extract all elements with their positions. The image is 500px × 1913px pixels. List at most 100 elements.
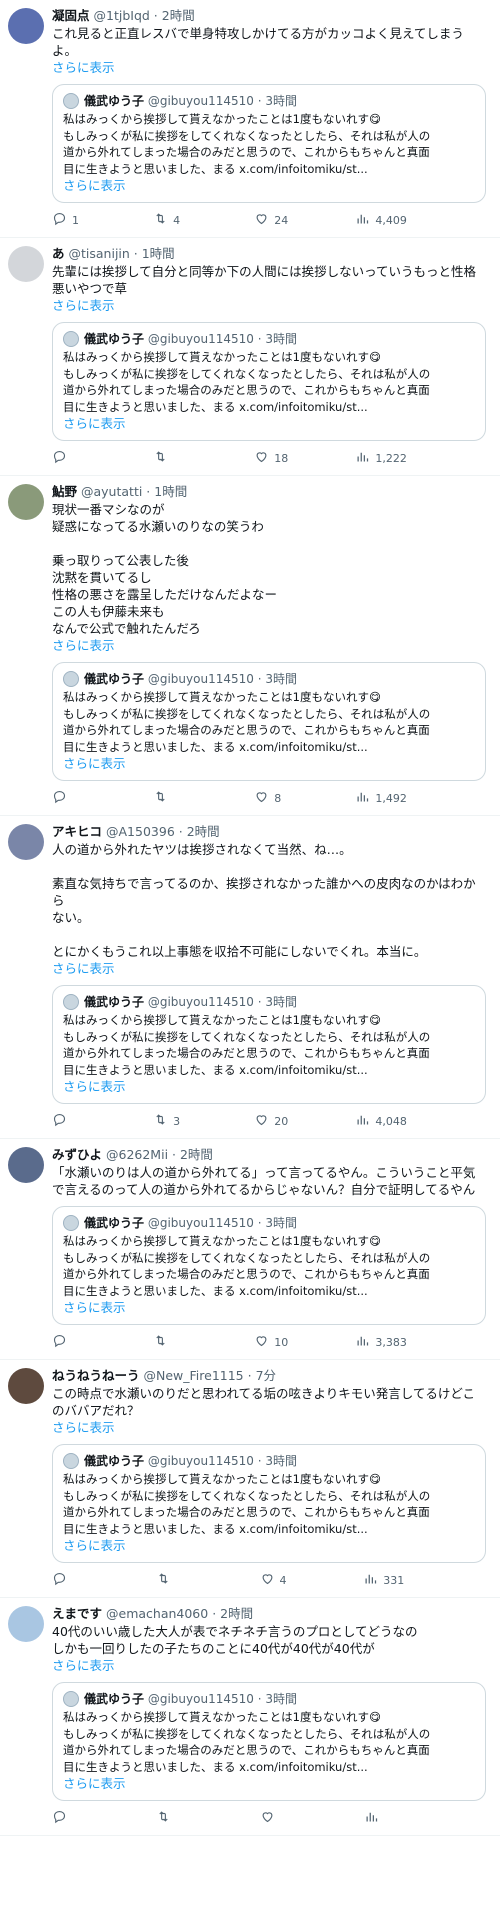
views-button[interactable]: 4,409	[355, 211, 407, 229]
quoted-show-more-link[interactable]: さらに表示	[63, 1775, 475, 1792]
like-button[interactable]: 24	[254, 211, 294, 229]
reply-button[interactable]	[52, 1571, 92, 1589]
tweet[interactable]: ねうねうねーう @New_Fire1115 · 7分 この時点で水瀬いのりだと思わ…	[0, 1360, 500, 1606]
timestamp[interactable]: 2時間	[220, 1606, 253, 1621]
display-name[interactable]: あ	[52, 246, 65, 261]
avatar[interactable]	[8, 824, 44, 860]
reply-button[interactable]	[52, 1333, 92, 1351]
avatar[interactable]	[8, 484, 44, 520]
separator: ·	[253, 332, 266, 346]
retweet-button[interactable]: 3	[153, 1112, 193, 1130]
separator: ·	[174, 824, 187, 839]
retweet-button[interactable]	[153, 789, 193, 807]
quote-text-line: もしみっくが私に挨拶をしてくれなくなったとしたら、それは私が人の	[63, 1726, 431, 1741]
separator: ·	[253, 672, 266, 686]
user-handle[interactable]: @tisanijin	[69, 246, 130, 261]
tweet[interactable]: あ @tisanijin · 1時間 先輩には挨拶して自分と同等か下の人間には挨拶…	[0, 238, 500, 484]
views-button[interactable]: 3,383	[355, 1333, 407, 1351]
quoted-avatar	[63, 994, 79, 1010]
quote-text-line: 私はみっくから挨拶して貰えなかったことは1度もないれす😋	[63, 1234, 381, 1248]
display-name[interactable]: 凝固点	[52, 8, 90, 23]
reply-button[interactable]	[52, 1809, 92, 1827]
timestamp[interactable]: 7分	[256, 1368, 276, 1383]
avatar[interactable]	[8, 8, 44, 44]
show-more-link[interactable]: さらに表示	[52, 1657, 486, 1674]
avatar[interactable]	[8, 1368, 44, 1404]
timestamp[interactable]: 2時間	[180, 1147, 213, 1162]
quoted-tweet[interactable]: 儀武ゆう子 @gibuyou114510 · 3時間 私はみっくから挨拶して貰えな…	[52, 1444, 486, 1563]
user-handle[interactable]: @A150396	[106, 824, 175, 839]
separator: ·	[149, 8, 162, 23]
retweet-button[interactable]	[156, 1571, 196, 1589]
like-button[interactable]: 8	[254, 789, 294, 807]
user-handle[interactable]: @1tjbIqd	[94, 8, 150, 23]
tweet-text-line: この人も伊藤未来も	[52, 604, 165, 619]
retweet-icon	[153, 211, 168, 229]
reply-button[interactable]: 1	[52, 211, 92, 229]
user-handle[interactable]: @ayutatti	[81, 484, 142, 499]
timestamp[interactable]: 1時間	[142, 246, 175, 261]
display-name[interactable]: 鮎野	[52, 484, 77, 499]
reply-button[interactable]	[52, 1112, 92, 1130]
quoted-show-more-link[interactable]: さらに表示	[63, 755, 475, 772]
views-button[interactable]: 1,222	[355, 449, 407, 467]
display-name[interactable]: えまです	[52, 1606, 102, 1621]
quoted-display-name: 儀武ゆう子	[84, 1454, 145, 1468]
views-button[interactable]: 331	[363, 1571, 404, 1589]
views-button[interactable]	[364, 1809, 404, 1827]
tweet[interactable]: えまです @emachan4060 · 2時間 40代のいい歳した大人が表でネチネ…	[0, 1598, 500, 1844]
reply-icon	[52, 789, 67, 807]
user-handle[interactable]: @New_Fire1115	[144, 1368, 244, 1383]
views-chart-icon	[363, 1571, 378, 1589]
timestamp[interactable]: 2時間	[162, 8, 195, 23]
tweet[interactable]: 凝固点 @1tjbIqd · 2時間 これ見ると正直レスバで単身特攻しかけてる方が…	[0, 0, 500, 246]
display-name[interactable]: みずひよ	[52, 1147, 102, 1162]
avatar[interactable]	[8, 1147, 44, 1183]
show-more-link[interactable]: さらに表示	[52, 297, 486, 314]
show-more-link[interactable]: さらに表示	[52, 637, 486, 654]
like-button[interactable]: 20	[254, 1112, 294, 1130]
like-button[interactable]: 4	[260, 1571, 300, 1589]
display-name[interactable]: アキヒコ	[52, 824, 102, 839]
show-more-link[interactable]: さらに表示	[52, 960, 486, 977]
retweet-button[interactable]	[156, 1809, 196, 1827]
tweet-header: みずひよ @6262Mii · 2時間	[52, 1147, 486, 1163]
user-handle[interactable]: @6262Mii	[106, 1147, 168, 1162]
views-button[interactable]: 1,492	[355, 789, 407, 807]
quoted-show-more-link[interactable]: さらに表示	[63, 1078, 475, 1095]
like-button[interactable]: 10	[254, 1333, 294, 1351]
quoted-tweet[interactable]: 儀武ゆう子 @gibuyou114510 · 3時間 私はみっくから挨拶して貰えな…	[52, 322, 486, 441]
quoted-tweet[interactable]: 儀武ゆう子 @gibuyou114510 · 3時間 私はみっくから挨拶して貰えな…	[52, 1206, 486, 1325]
retweet-icon	[153, 789, 168, 807]
quoted-show-more-link[interactable]: さらに表示	[63, 1299, 475, 1316]
like-button[interactable]: 18	[254, 449, 294, 467]
avatar[interactable]	[8, 246, 44, 282]
avatar[interactable]	[8, 1606, 44, 1642]
quoted-tweet[interactable]: 儀武ゆう子 @gibuyou114510 · 3時間 私はみっくから挨拶して貰えな…	[52, 985, 486, 1104]
user-handle[interactable]: @emachan4060	[106, 1606, 208, 1621]
quoted-tweet[interactable]: 儀武ゆう子 @gibuyou114510 · 3時間 私はみっくから挨拶して貰えな…	[52, 84, 486, 203]
like-button[interactable]	[260, 1809, 300, 1827]
reply-button[interactable]	[52, 789, 92, 807]
retweet-button[interactable]	[153, 1333, 193, 1351]
tweet[interactable]: みずひよ @6262Mii · 2時間 「水瀬いのりは人の道から外れてる」って言っ…	[0, 1139, 500, 1368]
display-name[interactable]: ねうねうねーう	[52, 1368, 140, 1383]
tweet[interactable]: 鮎野 @ayutatti · 1時間 現状一番マシなのが 疑惑になってる水瀬いのりな…	[0, 476, 500, 824]
quote-text-line: もしみっくが私に挨拶をしてくれなくなったとしたら、それは私が人の	[63, 706, 431, 721]
quoted-show-more-link[interactable]: さらに表示	[63, 415, 475, 432]
quoted-tweet[interactable]: 儀武ゆう子 @gibuyou114510 · 3時間 私はみっくから挨拶して貰えな…	[52, 662, 486, 781]
timestamp[interactable]: 1時間	[154, 484, 187, 499]
quoted-show-more-link[interactable]: さらに表示	[63, 1537, 475, 1554]
views-button[interactable]: 4,048	[355, 1112, 407, 1130]
timestamp[interactable]: 2時間	[187, 824, 220, 839]
quoted-show-more-link[interactable]: さらに表示	[63, 177, 475, 194]
show-more-link[interactable]: さらに表示	[52, 1419, 486, 1436]
show-more-link[interactable]: さらに表示	[52, 59, 486, 76]
heart-icon	[260, 1809, 275, 1827]
retweet-button[interactable]	[153, 449, 193, 467]
tweet-text-line: 性格の悪さを露呈しただけなんだよなー	[52, 587, 278, 602]
retweet-button[interactable]: 4	[153, 211, 193, 229]
tweet[interactable]: アキヒコ @A150396 · 2時間 人の道から外れたヤツは挨拶されなくて当然、…	[0, 816, 500, 1147]
quoted-tweet[interactable]: 儀武ゆう子 @gibuyou114510 · 3時間 私はみっくから挨拶して貰えな…	[52, 1682, 486, 1801]
reply-button[interactable]	[52, 449, 92, 467]
